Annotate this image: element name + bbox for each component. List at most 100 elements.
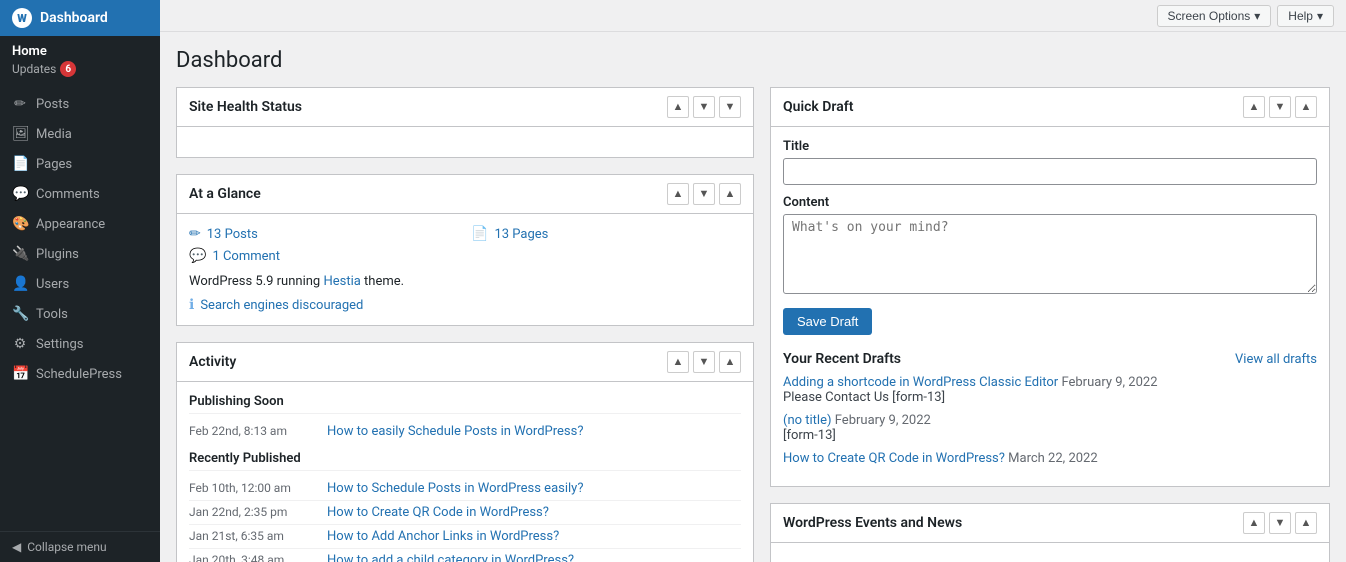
save-draft-button[interactable]: Save Draft	[783, 308, 872, 335]
content-field: Content	[783, 195, 1317, 298]
wp-events-toggle-button[interactable]: ▲	[1295, 512, 1317, 534]
draft-subtitle: [form-13]	[783, 428, 1317, 443]
site-health-collapse-up-button[interactable]: ▲	[667, 96, 689, 118]
plugins-icon: 🔌	[12, 246, 28, 262]
sidebar-updates-item[interactable]: Updates 6	[12, 61, 76, 77]
sidebar-updates-label: Updates	[12, 62, 56, 76]
activity-down-button[interactable]: ▼	[693, 351, 715, 373]
view-all-drafts-link[interactable]: View all drafts	[1235, 352, 1317, 367]
site-health-controls: ▲ ▼ ▼	[667, 96, 741, 118]
page-title: Dashboard	[176, 48, 1330, 73]
wp-events-content	[771, 543, 1329, 562]
sidebar-logo[interactable]: W Dashboard	[0, 0, 160, 36]
at-a-glance-up-button[interactable]: ▲	[667, 183, 689, 205]
sidebar-item-plugins[interactable]: 🔌 Plugins	[0, 239, 160, 269]
title-label: Title	[783, 139, 1317, 154]
sidebar-updates-badge: 6	[60, 61, 76, 77]
at-a-glance-down-button[interactable]: ▼	[693, 183, 715, 205]
sidebar-home-section: Home Updates 6	[0, 36, 160, 85]
sidebar-item-comments-label: Comments	[36, 187, 100, 202]
wp-events-down-button[interactable]: ▼	[1269, 512, 1291, 534]
sidebar-item-settings[interactable]: ⚙ Settings	[0, 329, 160, 359]
sidebar-item-pages[interactable]: 📄 Pages	[0, 149, 160, 179]
sidebar-item-media[interactable]: 🖼 Media	[0, 119, 160, 149]
draft-item: Adding a shortcode in WordPress Classic …	[783, 375, 1317, 405]
activity-post-link[interactable]: How to easily Schedule Posts in WordPres…	[327, 424, 583, 439]
glance-posts-item[interactable]: ✏ 13 Posts	[189, 226, 459, 242]
draft-item: (no title) February 9, 2022 [form-13]	[783, 413, 1317, 443]
at-a-glance-panel: At a Glance ▲ ▼ ▲ ✏ 13 Posts	[176, 174, 754, 326]
sidebar-item-users[interactable]: 👤 Users	[0, 269, 160, 299]
site-health-collapse-down-button[interactable]: ▼	[693, 96, 715, 118]
topbar: Screen Options ▾ Help ▾	[160, 0, 1346, 32]
activity-date: Feb 22nd, 8:13 am	[189, 424, 319, 438]
wp-events-up-button[interactable]: ▲	[1243, 512, 1265, 534]
publishing-soon-heading: Publishing Soon	[189, 394, 741, 414]
activity-row: Jan 21st, 6:35 am How to Add Anchor Link…	[189, 525, 741, 549]
screen-options-button[interactable]: Screen Options ▾	[1157, 5, 1272, 27]
activity-post-link[interactable]: How to Schedule Posts in WordPress easil…	[327, 481, 583, 496]
content-textarea[interactable]	[783, 214, 1317, 294]
glance-pages-item[interactable]: 📄 13 Pages	[471, 226, 741, 242]
media-icon: 🖼	[12, 126, 28, 142]
activity-row: Feb 10th, 12:00 am How to Schedule Posts…	[189, 477, 741, 501]
search-discouraged-link[interactable]: Search engines discouraged	[200, 298, 363, 313]
activity-post-link[interactable]: How to Create QR Code in WordPress?	[327, 505, 549, 520]
collapse-menu-button[interactable]: ◀ Collapse menu	[0, 531, 160, 562]
at-a-glance-header: At a Glance ▲ ▼ ▲	[177, 175, 753, 214]
quick-draft-title: Quick Draft	[783, 99, 1243, 115]
quick-draft-down-button[interactable]: ▼	[1269, 96, 1291, 118]
sidebar-item-schedulepress[interactable]: 📅 SchedulePress	[0, 359, 160, 389]
help-chevron-icon: ▾	[1317, 9, 1323, 23]
draft-link[interactable]: Adding a shortcode in WordPress Classic …	[783, 375, 1058, 390]
activity-date: Feb 10th, 12:00 am	[189, 481, 319, 495]
theme-link[interactable]: Hestia	[323, 274, 360, 289]
sidebar-item-posts[interactable]: ✏ Posts	[0, 89, 160, 119]
glance-pages-count: 13 Pages	[494, 227, 548, 242]
activity-date: Jan 20th, 3:48 am	[189, 553, 319, 562]
sidebar-item-comments[interactable]: 💬 Comments	[0, 179, 160, 209]
sidebar-item-users-label: Users	[36, 277, 69, 292]
left-column: Site Health Status ▲ ▼ ▼ At a Glance	[176, 87, 754, 562]
glance-posts-count: 13 Posts	[207, 227, 258, 242]
title-input[interactable]	[783, 158, 1317, 185]
help-button[interactable]: Help ▾	[1277, 5, 1334, 27]
draft-date: February 9, 2022	[835, 413, 931, 428]
draft-link[interactable]: How to Create QR Code in WordPress?	[783, 451, 1005, 466]
draft-date: March 22, 2022	[1008, 451, 1098, 466]
glance-comments-item[interactable]: 💬 1 Comment	[189, 248, 459, 264]
site-health-toggle-button[interactable]: ▼	[719, 96, 741, 118]
comments-icon: 💬	[12, 186, 28, 202]
at-a-glance-toggle-button[interactable]: ▲	[719, 183, 741, 205]
wp-events-title: WordPress Events and News	[783, 515, 1243, 531]
main-area: Screen Options ▾ Help ▾ Dashboard Site H…	[160, 0, 1346, 562]
content-area: Dashboard Site Health Status ▲ ▼ ▼	[160, 32, 1346, 562]
pages-glance-icon: 📄	[471, 226, 488, 242]
at-a-glance-content: ✏ 13 Posts 📄 13 Pages 💬 1 Comment	[177, 214, 753, 325]
sidebar-item-schedulepress-label: SchedulePress	[36, 367, 122, 382]
recently-published-section: Recently Published Feb 10th, 12:00 am Ho…	[189, 451, 741, 562]
help-label: Help	[1288, 9, 1313, 23]
posts-icon: ✏	[12, 96, 28, 112]
quick-draft-content: Title Content Save Draft Your Recent Dra…	[771, 127, 1329, 486]
activity-header: Activity ▲ ▼ ▲	[177, 343, 753, 382]
settings-icon: ⚙	[12, 336, 28, 352]
draft-link[interactable]: (no title)	[783, 413, 832, 428]
sidebar-home-label[interactable]: Home	[12, 44, 148, 59]
sidebar-item-tools[interactable]: 🔧 Tools	[0, 299, 160, 329]
quick-draft-toggle-button[interactable]: ▲	[1295, 96, 1317, 118]
sidebar-app-name: Dashboard	[40, 10, 108, 26]
activity-up-button[interactable]: ▲	[667, 351, 689, 373]
info-icon: ℹ	[189, 297, 194, 313]
recent-drafts-title: Your Recent Drafts	[783, 351, 901, 367]
recent-drafts-header: Your Recent Drafts View all drafts	[783, 351, 1317, 367]
draft-date: February 9, 2022	[1061, 375, 1157, 390]
activity-post-link[interactable]: How to Add Anchor Links in WordPress?	[327, 529, 559, 544]
activity-post-link[interactable]: How to add a child category in WordPress…	[327, 553, 574, 562]
activity-toggle-button[interactable]: ▲	[719, 351, 741, 373]
at-a-glance-controls: ▲ ▼ ▲	[667, 183, 741, 205]
quick-draft-header: Quick Draft ▲ ▼ ▲	[771, 88, 1329, 127]
quick-draft-up-button[interactable]: ▲	[1243, 96, 1265, 118]
sidebar-item-appearance[interactable]: 🎨 Appearance	[0, 209, 160, 239]
recent-drafts-section: Your Recent Drafts View all drafts Addin…	[783, 351, 1317, 466]
